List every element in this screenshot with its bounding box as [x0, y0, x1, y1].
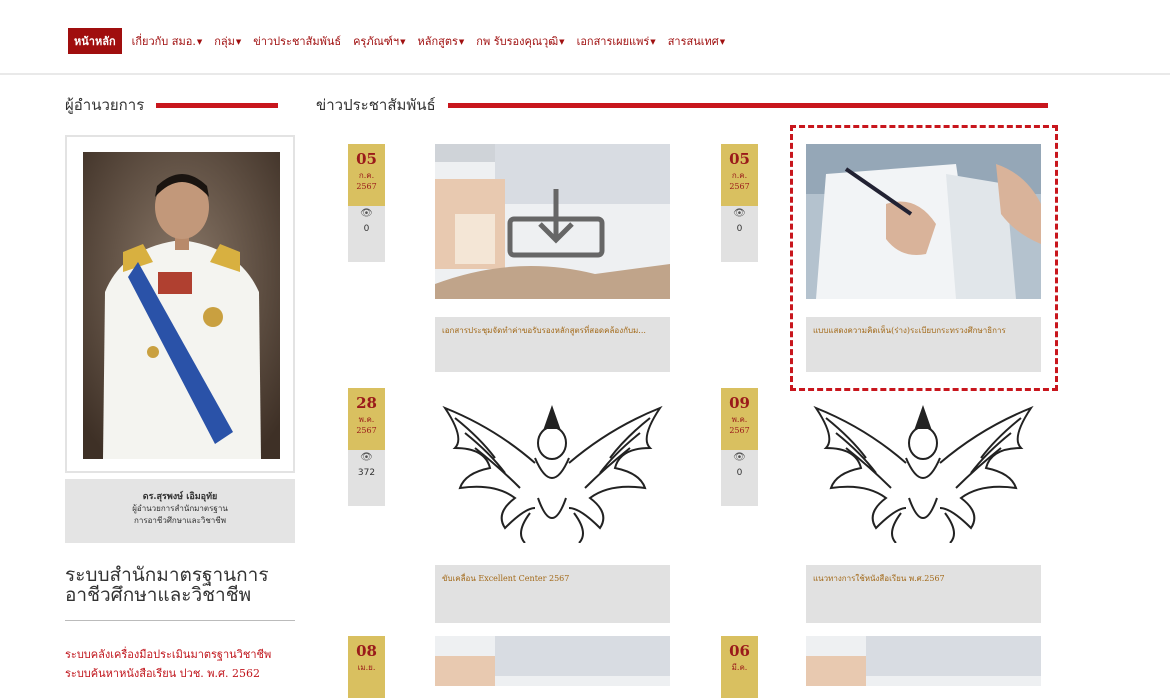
- system-title: ระบบสำนักมาตรฐานการอาชีวศึกษาและวิชาชีพ: [65, 564, 269, 606]
- eye-icon: 👁: [360, 452, 373, 463]
- caret-down-icon: ▼: [458, 38, 465, 46]
- date-year: 2567: [729, 426, 750, 435]
- caret-down-icon: ▼: [559, 38, 565, 46]
- director-heading: ผู้อำนวยการ: [65, 93, 279, 117]
- nav-item-label: ครุภัณฑ์ฯ: [353, 35, 400, 48]
- date-box: 08 เม.ย.: [348, 636, 385, 698]
- news-image-download[interactable]: [435, 144, 670, 299]
- nav-item-news[interactable]: ข่าวประชาสัมพันธ์: [253, 32, 341, 50]
- view-count-box: 👁 0: [348, 206, 385, 262]
- date-badge: 06 มี.ค.: [721, 636, 758, 698]
- date-year: 2567: [356, 182, 377, 191]
- date-box: 28 พ.ค. 2567: [348, 388, 385, 450]
- date-badge: 05 ก.ค. 2567 👁 0: [721, 144, 758, 262]
- date-month: มี.ค.: [731, 663, 748, 672]
- view-count: 0: [363, 224, 370, 234]
- date-box: 05 ก.ค. 2567: [721, 144, 758, 206]
- caret-down-icon: ▼: [235, 38, 242, 46]
- nav-divider: [0, 73, 1170, 75]
- nav-item-curriculum[interactable]: หลักสูตร▼: [417, 32, 464, 50]
- selection-highlight: [790, 125, 1058, 391]
- director-portrait: [83, 152, 280, 459]
- date-badge: 28 พ.ค. 2567 👁 372: [348, 388, 385, 506]
- nav-item-equipment[interactable]: ครุภัณฑ์ฯ▼: [353, 32, 405, 50]
- nav-item-about[interactable]: เกี่ยวกับ สมอ.▼: [132, 32, 203, 50]
- view-count-box: 👁 0: [721, 450, 758, 506]
- heading-accent-bar: [156, 102, 279, 108]
- nav-item-info[interactable]: สารสนเทศ▼: [668, 32, 725, 50]
- news-image-garuda[interactable]: [806, 388, 1041, 543]
- view-count-box: 👁 0: [721, 206, 758, 262]
- date-day: 05: [729, 150, 750, 168]
- news-heading-text: ข่าวประชาสัมพันธ์: [316, 96, 436, 114]
- news-heading: ข่าวประชาสัมพันธ์: [316, 93, 1048, 117]
- top-navbar: หน้าหลัก เกี่ยวกับ สมอ.▼ กลุ่ม▼ ข่าวประช…: [0, 0, 1170, 75]
- date-badge: 09 พ.ค. 2567 👁 0: [721, 388, 758, 506]
- nav-item-label: เกี่ยวกับ สมอ.: [131, 35, 196, 48]
- nav-item-label: เอกสารเผยแพร่: [576, 35, 650, 48]
- nav-item-home[interactable]: หน้าหลัก: [68, 28, 122, 54]
- view-count: 0: [736, 224, 743, 234]
- date-year: 2567: [729, 182, 750, 191]
- system-link[interactable]: ระบบคลังเครื่องมือประเมินมาตรฐานวิชาชีพ: [65, 645, 271, 663]
- news-caption[interactable]: ขับเคลื่อน Excellent Center 2567: [435, 565, 670, 623]
- nav-menu: หน้าหลัก เกี่ยวกับ สมอ.▼ กลุ่ม▼ ข่าวประช…: [68, 28, 737, 54]
- nav-item-label: กพ รับรองคุณวุฒิ: [476, 35, 559, 48]
- date-badge: 08 เม.ย.: [348, 636, 385, 698]
- view-count-box: 👁 372: [348, 450, 385, 506]
- date-day: 09: [729, 394, 750, 412]
- eye-icon: 👁: [733, 208, 746, 219]
- system-link[interactable]: ระบบค้นหาหนังสือเรียน ปวช. พ.ศ. 2562: [65, 664, 260, 682]
- director-title: ผู้อำนวยการสำนักมาตรฐาน: [132, 504, 228, 513]
- director-name: ดร.สุรพงษ์ เอิมอุทัย: [142, 492, 218, 502]
- news-caption[interactable]: เอกสารประชุมจัดทำค่าขอรับรองหลักสูตรที่ส…: [435, 317, 670, 372]
- date-badge: 05 ก.ค. 2567 👁 0: [348, 144, 385, 262]
- date-year: 2567: [356, 426, 377, 435]
- date-month: พ.ค.: [731, 415, 748, 424]
- news-image-download[interactable]: [435, 636, 670, 686]
- system-divider: [65, 620, 295, 621]
- view-count: 372: [357, 468, 376, 478]
- nav-item-documents[interactable]: เอกสารเผยแพร่▼: [577, 32, 656, 50]
- date-box: 09 พ.ค. 2567: [721, 388, 758, 450]
- director-caption: ดร.สุรพงษ์ เอิมอุทัย ผู้อำนวยการสำนักมาต…: [65, 479, 295, 543]
- nav-item-qualification[interactable]: กพ รับรองคุณวุฒิ▼: [476, 32, 564, 50]
- news-image-download[interactable]: [806, 636, 1041, 686]
- date-day: 05: [356, 150, 377, 168]
- director-card: [65, 135, 295, 473]
- news-image-garuda[interactable]: [435, 388, 670, 543]
- date-month: พ.ค.: [358, 415, 375, 424]
- date-day: 06: [729, 642, 750, 660]
- nav-item-label: หลักสูตร: [417, 35, 458, 48]
- view-count: 0: [736, 468, 743, 478]
- nav-item-groups[interactable]: กลุ่ม▼: [214, 32, 241, 50]
- date-month: ก.ค.: [358, 171, 375, 180]
- date-month: เม.ย.: [357, 663, 376, 672]
- date-day: 08: [356, 642, 377, 660]
- news-caption[interactable]: แนวทางการใช้หนังสือเรียน พ.ศ.2567: [806, 565, 1041, 623]
- director-title: การอาชีวศึกษาและวิชาชีพ: [133, 516, 226, 525]
- heading-accent-bar: [447, 102, 1048, 108]
- nav-item-label: สารสนเทศ: [667, 35, 719, 48]
- date-box: 05 ก.ค. 2567: [348, 144, 385, 206]
- caret-down-icon: ▼: [719, 38, 726, 46]
- eye-icon: 👁: [733, 452, 746, 463]
- eye-icon: 👁: [360, 208, 373, 219]
- nav-item-label: กลุ่ม: [214, 35, 235, 48]
- caret-down-icon: ▼: [650, 38, 656, 46]
- date-box: 06 มี.ค.: [721, 636, 758, 698]
- caret-down-icon: ▼: [400, 38, 406, 46]
- caret-down-icon: ▼: [196, 38, 203, 46]
- director-heading-text: ผู้อำนวยการ: [65, 96, 145, 114]
- date-month: ก.ค.: [731, 171, 748, 180]
- date-day: 28: [356, 394, 377, 412]
